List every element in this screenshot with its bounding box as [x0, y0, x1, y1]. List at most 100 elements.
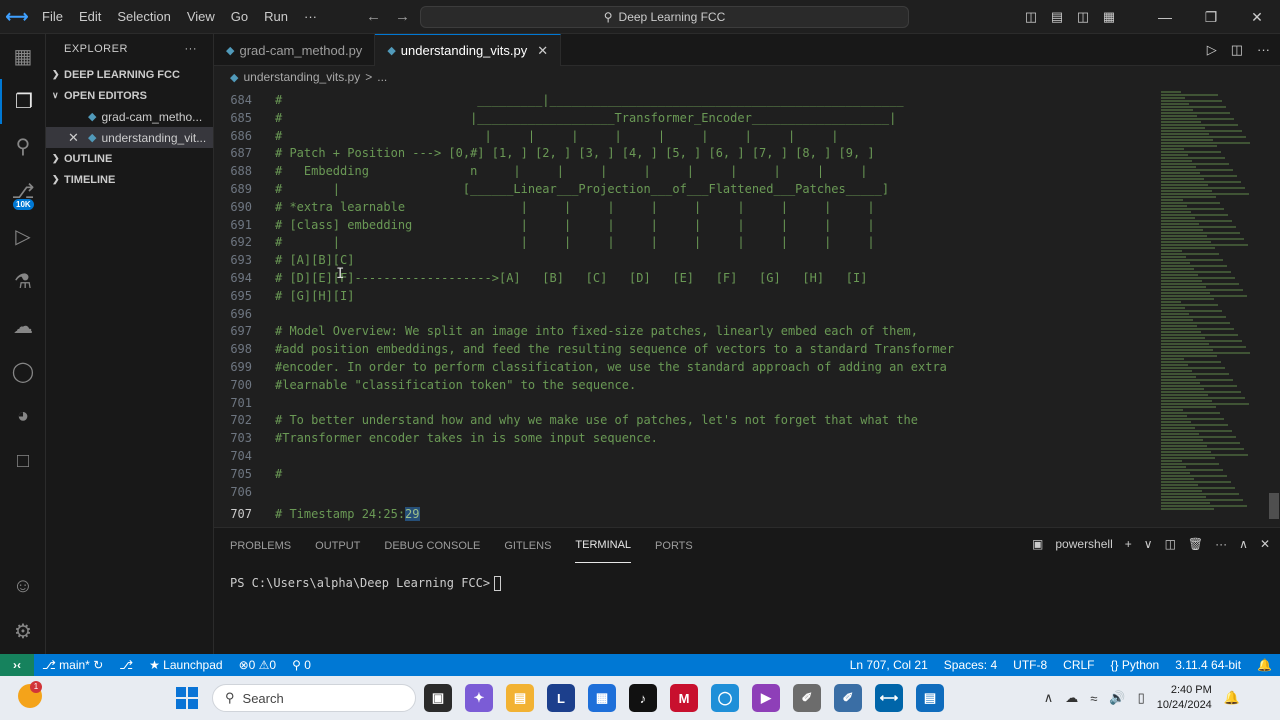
start-button-icon[interactable]	[176, 687, 198, 709]
code-line[interactable]: 705 #	[214, 465, 282, 483]
code-line[interactable]: 694 # [D][E][F]------------------->[A] [B…	[214, 269, 867, 287]
tab-output[interactable]: OUTPUT	[315, 528, 360, 563]
split-terminal-icon[interactable]: ◫	[1165, 537, 1176, 551]
code-line[interactable]: 686 # | | | | | | | | |	[214, 127, 838, 145]
terminal-prompt-line[interactable]: PS C:\Users\alpha\Deep Learning FCC>	[230, 576, 502, 591]
open-editor-grad-cam[interactable]: ◆ grad-cam_metho...	[46, 106, 213, 127]
code-line[interactable]: 696	[214, 305, 252, 323]
python-interpreter[interactable]: 3.11.4 64-bit	[1167, 658, 1249, 672]
code-line[interactable]: 695 # [G][H][I]	[214, 287, 354, 305]
section-project[interactable]: ❯ DEEP LEARNING FCC	[46, 64, 213, 85]
language-mode[interactable]: {} Python	[1103, 658, 1168, 672]
close-panel-icon[interactable]: ✕	[1260, 537, 1270, 551]
chevron-down-icon[interactable]: ∨	[1144, 537, 1153, 551]
close-icon[interactable]: ✕	[537, 43, 548, 59]
cursor-position[interactable]: Ln 707, Col 21	[842, 658, 936, 672]
tab-terminal[interactable]: TERMINAL	[575, 528, 632, 563]
ports-status[interactable]: ⚲ 0	[284, 658, 319, 672]
code-line[interactable]: 704	[214, 447, 252, 465]
more-actions-icon[interactable]: ···	[1257, 42, 1270, 58]
problems-status[interactable]: ⊗0 ⚠0	[231, 658, 285, 672]
trash-icon[interactable]: 🗑	[1188, 537, 1203, 551]
encoding[interactable]: UTF-8	[1005, 658, 1055, 672]
code-line[interactable]: 693 # [A][B][C]	[214, 251, 354, 269]
code-line[interactable]: 690 # *extra learnable | | | | | | | | |	[214, 198, 874, 216]
code-line[interactable]: 685 # |___________________Transformer_Enc…	[214, 109, 896, 127]
tray-chevron-up-icon[interactable]: ∧	[1044, 690, 1054, 706]
tiktok-icon[interactable]: ♪	[629, 684, 657, 712]
source-control-icon[interactable]: ⎇ 10K	[0, 169, 46, 214]
tab-gitlens[interactable]: GITLENS	[504, 528, 551, 563]
tab-problems[interactable]: PROBLEMS	[230, 528, 291, 563]
battery-icon[interactable]: ▯	[1138, 690, 1145, 706]
testing-icon[interactable]: ⚗	[0, 259, 46, 304]
more-actions-icon[interactable]: ···	[185, 43, 198, 55]
menu-view[interactable]: View	[179, 9, 223, 24]
indentation[interactable]: Spaces: 4	[936, 658, 1005, 672]
code-line[interactable]: 699 #encoder. In order to perform classif…	[214, 358, 947, 376]
notifications-bell-icon[interactable]: 🔔	[1249, 658, 1280, 672]
task-view-icon[interactable]: ▣	[424, 684, 452, 712]
section-timeline[interactable]: ❯ TIMELINE	[46, 169, 213, 190]
code-line[interactable]: 701	[214, 394, 252, 412]
menu-selection[interactable]: Selection	[109, 9, 178, 24]
code-line[interactable]: 692 # | | | | | | | | | |	[214, 233, 874, 251]
menu-go[interactable]: Go	[223, 9, 256, 24]
split-editor-icon[interactable]: ◫	[1231, 42, 1243, 58]
onedrive-icon[interactable]: ☁	[1065, 690, 1078, 706]
remote-indicator-icon[interactable]: ›‹	[0, 654, 34, 676]
toggle-secondary-sidebar-icon[interactable]: ◫	[1070, 9, 1096, 25]
customize-layout-icon[interactable]: ▦	[1096, 9, 1122, 25]
end-of-line[interactable]: CRLF	[1055, 658, 1102, 672]
back-arrow-icon[interactable]: ←	[366, 8, 381, 25]
edge-icon[interactable]: ◯	[711, 684, 739, 712]
scrollbar-thumb[interactable]	[1269, 493, 1279, 519]
screen-app-icon[interactable]: ▤	[916, 684, 944, 712]
clock[interactable]: 2:40 PM 10/24/2024	[1157, 683, 1212, 713]
code-line[interactable]: 689 # | [______Linear___Projection___of__…	[214, 180, 889, 198]
chat-icon[interactable]: □	[0, 439, 46, 484]
pen-app-icon[interactable]: ✐	[793, 684, 821, 712]
breadcrumb-more[interactable]: ...	[377, 70, 387, 84]
taskbar-search[interactable]: ⚲ Search	[212, 684, 416, 712]
vscode-taskbar-icon[interactable]: ⟷	[875, 684, 903, 712]
section-open-editors[interactable]: ∨ OPEN EDITORS	[46, 85, 213, 106]
code-line[interactable]: 698 #add position embeddings, and feed th…	[214, 340, 954, 358]
code-line[interactable]: 691 # [class] embedding | | | | | | | | |	[214, 216, 874, 234]
forward-arrow-icon[interactable]: →	[395, 8, 410, 25]
launchpad-status[interactable]: ★ Launchpad	[141, 658, 230, 672]
store-icon[interactable]: ▦	[588, 684, 616, 712]
code-editor[interactable]: 684 # _________|_________________________…	[214, 88, 1159, 526]
command-center[interactable]: ⚲ Deep Learning FCC	[420, 6, 909, 28]
minimap[interactable]	[1159, 88, 1267, 526]
search-icon[interactable]: ⚲	[0, 124, 46, 169]
toggle-sidebar-icon[interactable]: ◫	[1018, 9, 1044, 25]
code-line[interactable]: 697 # Model Overview: We split an image i…	[214, 322, 918, 340]
mcafee-icon[interactable]: M	[670, 684, 698, 712]
close-window-icon[interactable]: ✕	[1234, 9, 1280, 26]
tab-understanding-vits[interactable]: ◆ understanding_vits.py ✕	[375, 34, 562, 66]
account-icon[interactable]: ☺	[0, 564, 46, 609]
new-terminal-icon[interactable]: +	[1125, 537, 1132, 551]
file-explorer-icon[interactable]: ▤	[506, 684, 534, 712]
code-line[interactable]: 684 # _________|_________________________…	[214, 91, 903, 109]
open-editor-understanding-vits[interactable]: ✕ ◆ understanding_vit...	[46, 127, 213, 148]
wifi-icon[interactable]: ≈	[1090, 691, 1097, 706]
menu-more[interactable]: ···	[296, 9, 325, 24]
copilot-icon[interactable]: ✦	[465, 684, 493, 712]
tab-ports[interactable]: PORTS	[655, 528, 693, 563]
shell-name[interactable]: powershell	[1055, 537, 1112, 551]
menu-edit[interactable]: Edit	[71, 9, 109, 24]
code-line[interactable]: 703 #Transformer encoder takes in is some…	[214, 429, 658, 447]
close-icon[interactable]: ✕	[68, 130, 88, 146]
notification-center-icon[interactable]: 🔔	[1224, 690, 1240, 706]
clipchamp-icon[interactable]: ▶	[752, 684, 780, 712]
volume-icon[interactable]: 🔊	[1109, 690, 1125, 706]
docker-icon[interactable]: ☁	[0, 304, 46, 349]
more-actions-icon[interactable]: ···	[1215, 537, 1227, 551]
restore-icon[interactable]: ❐	[1188, 9, 1234, 26]
code-line[interactable]: 700 #learnable "classification token" to …	[214, 376, 636, 394]
editor-scrollbar[interactable]	[1267, 88, 1280, 526]
code-line[interactable]: 688 # Embedding n | | | | | | | | |	[214, 162, 867, 180]
git-graph-icon[interactable]: ⎇	[111, 658, 141, 672]
